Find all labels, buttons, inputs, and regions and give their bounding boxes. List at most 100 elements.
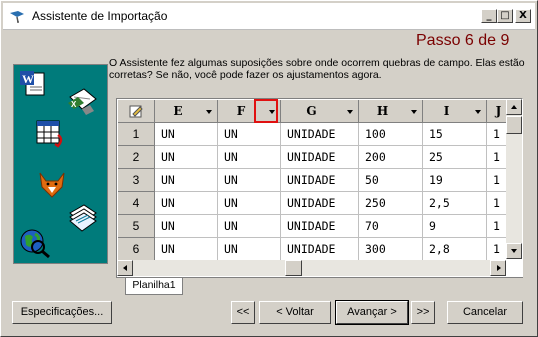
row-number-header[interactable]: 6 [118,238,155,260]
column-header-e[interactable]: E [155,100,218,123]
table-row: 6 UN UN UNIDADE 300 2,8 1 [118,238,506,260]
row-number-header[interactable]: 4 [118,192,155,215]
column-header-label: J [495,104,502,118]
table-cell[interactable]: UNIDADE [281,192,359,215]
dropdown-arrow-icon[interactable] [475,110,481,114]
table-cell[interactable]: UN [155,192,218,215]
table-cell[interactable]: UN [218,238,281,260]
select-all-corner[interactable] [118,100,155,123]
scroll-right-button[interactable] [490,260,506,276]
cancel-button[interactable]: Cancelar [447,301,523,324]
column-header-label: E [173,104,183,118]
first-step-button[interactable]: << [231,301,255,324]
wizard-description: O Assistente fez algumas suposições sobr… [109,57,525,81]
column-header-label: G [306,104,317,118]
close-button[interactable]: X [515,9,531,23]
table-cell[interactable]: 1 [487,123,506,146]
horizontal-scroll-thumb[interactable] [285,260,302,276]
row-number-header[interactable]: 5 [118,215,155,238]
table-row: 5 UN UN UNIDADE 70 9 1 [118,215,506,238]
fox-icon [39,172,65,198]
dropdown-arrow-icon[interactable] [411,110,417,114]
table-cell[interactable]: UN [218,169,281,192]
table-cell[interactable]: 50 [359,169,423,192]
back-button[interactable]: < Voltar [259,301,331,324]
table-cell[interactable]: 2,8 [423,238,487,260]
spreadsheet-file-icon: X [68,88,97,115]
maximize-button[interactable]: □ [497,9,513,23]
table-cell[interactable]: UN [155,238,218,260]
table-cell[interactable]: 70 [359,215,423,238]
table-cell[interactable]: UNIDADE [281,146,359,169]
sheet-tab-planilha1[interactable]: Planilha1 [125,278,183,295]
table-cell[interactable]: 25 [423,146,487,169]
table-cell[interactable]: UNIDADE [281,215,359,238]
dropdown-arrow-icon[interactable] [347,110,353,114]
row-number-header[interactable]: 3 [118,169,155,192]
import-wizard-window: Assistente de Importação _ □ X Passo 6 d… [0,0,538,337]
table-cell[interactable]: 1 [487,169,506,192]
scroll-down-button[interactable] [506,243,522,259]
table-cell[interactable]: UN [218,192,281,215]
last-step-button[interactable]: >> [411,301,435,324]
globe-search-icon [20,229,50,259]
column-header-j[interactable]: J [487,100,506,123]
grid-header-row: EFGHIJ [118,100,506,123]
window-title: Assistente de Importação [32,9,168,23]
notepad-icon [69,204,97,232]
table-cell[interactable]: 1 [487,215,506,238]
horizontal-scrollbar[interactable] [117,260,506,276]
table-cell[interactable]: 1 [487,146,506,169]
table-cell[interactable]: 15 [423,123,487,146]
table-cell[interactable]: 300 [359,238,423,260]
selected-column-dropdown-highlight[interactable] [254,99,278,123]
column-header-label: H [376,104,389,118]
table-cell[interactable]: UN [155,215,218,238]
data-preview-grid[interactable]: EFGHIJ 1 UN UN UNIDADE 100 15 1 2 UN UN UNIDADE 200… [116,98,523,278]
svg-text:X: X [71,100,77,109]
table-cell[interactable]: 1 [487,192,506,215]
next-button[interactable]: Avançar > [335,300,409,325]
row-number-header[interactable]: 1 [118,123,155,146]
table-row: 1 UN UN UNIDADE 100 15 1 [118,123,506,146]
table-cell[interactable]: UNIDADE [281,169,359,192]
wizard-side-banner: W X [13,64,108,264]
app-icon [10,11,24,23]
vertical-scroll-thumb[interactable] [506,116,522,134]
table-cell[interactable]: UN [155,169,218,192]
column-header-h[interactable]: H [359,100,423,123]
svg-text:W: W [22,72,34,86]
table-row: 2 UN UN UNIDADE 200 25 1 [118,146,506,169]
step-indicator: Passo 6 de 9 [416,32,510,49]
grid-viewport: EFGHIJ 1 UN UN UNIDADE 100 15 1 2 UN UN UNIDADE 200… [118,100,506,260]
table-cell[interactable]: 19 [423,169,487,192]
table-cell[interactable]: UN [218,146,281,169]
table-cell[interactable]: UNIDADE [281,238,359,260]
table-cell[interactable]: UN [155,123,218,146]
vertical-scrollbar[interactable] [506,99,522,259]
table-row: 3 UN UN UNIDADE 50 19 1 [118,169,506,192]
table-cell[interactable]: 9 [423,215,487,238]
table-cell[interactable]: 200 [359,146,423,169]
scroll-up-button[interactable] [506,99,522,115]
column-header-g[interactable]: G [281,100,359,123]
minimize-button[interactable]: _ [481,9,497,23]
dropdown-arrow-icon[interactable] [206,110,212,114]
specifications-button[interactable]: Especificações... [12,301,112,324]
table-cell[interactable]: UN [218,123,281,146]
table-cell[interactable]: 100 [359,123,423,146]
table-row: 4 UN UN UNIDADE 250 2,5 1 [118,192,506,215]
edit-pencil-icon [129,105,143,118]
column-header-i[interactable]: I [423,100,487,123]
row-number-header[interactable]: 2 [118,146,155,169]
table-cell[interactable]: 2,5 [423,192,487,215]
table-cell[interactable]: UNIDADE [281,123,359,146]
word-document-icon: W [20,71,45,96]
scroll-left-button[interactable] [117,260,133,276]
title-bar[interactable]: Assistente de Importação _ □ X [3,3,535,30]
table-cell[interactable]: UN [218,215,281,238]
table-cell[interactable]: UN [155,146,218,169]
table-cell[interactable]: 1 [487,238,506,260]
database-table-icon [36,120,63,148]
table-cell[interactable]: 250 [359,192,423,215]
